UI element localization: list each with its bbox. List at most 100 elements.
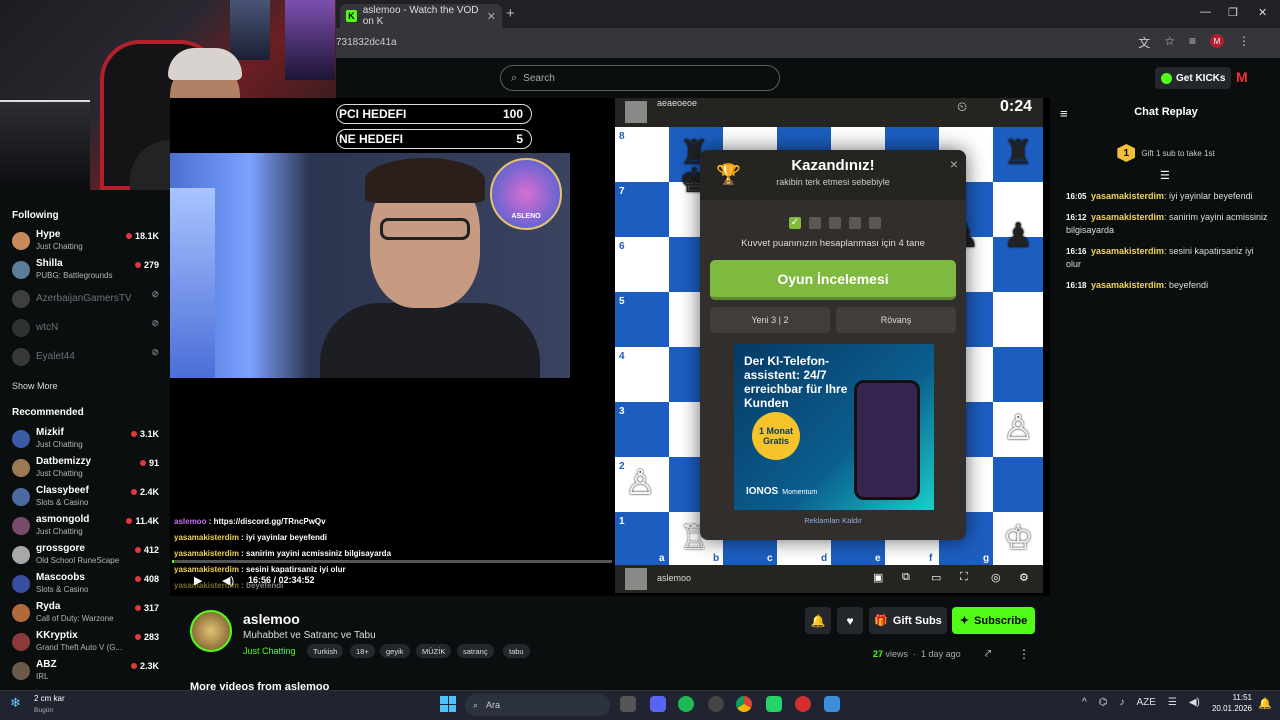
play-icon[interactable]: ▶	[194, 574, 202, 587]
modal-close-button[interactable]: ×	[950, 156, 958, 172]
microphone-icon[interactable]: ♪	[1119, 697, 1124, 708]
network-icon[interactable]: ⌬	[1099, 697, 1108, 708]
file-label: f	[929, 553, 933, 564]
obs-icon[interactable]	[708, 696, 724, 712]
sidebar-channel[interactable]: Shilla PUBG: Battlegrounds 279	[10, 257, 165, 285]
tag[interactable]: tabu	[503, 644, 530, 658]
user-logo-icon[interactable]: M	[1236, 69, 1248, 85]
sidebar-channel[interactable]: ABZ IRL 2.3K	[10, 658, 165, 686]
sidebar-channel[interactable]: Eyalet44 ⊘	[10, 344, 165, 372]
new-game-button[interactable]: Yeni 3 | 2	[710, 307, 830, 333]
board-square[interactable]	[993, 457, 1043, 512]
spotify-icon[interactable]	[678, 696, 694, 712]
media-icon[interactable]: ≡	[1189, 34, 1196, 51]
sidebar-channel[interactable]: Ryda Call of Duty: Warzone 317	[10, 600, 165, 628]
board-square[interactable]	[993, 292, 1043, 347]
gift-leaderboard[interactable]: 1 Gift 1 sub to take 1st	[1052, 144, 1280, 162]
notification-bell-button[interactable]: 🔔	[805, 607, 831, 634]
system-tray: ^ ⌬ ♪ AZE ☰ ◀)	[1082, 697, 1200, 708]
chess-piece[interactable]: ♟	[1003, 216, 1033, 256]
chat-username[interactable]: yasamakisterdim	[1091, 246, 1164, 256]
more-options-icon[interactable]: ⋮	[1018, 647, 1030, 661]
taskbar-search[interactable]: ⌕ Ara	[465, 694, 610, 716]
url-text[interactable]: 731832dc41a	[336, 37, 397, 48]
channel-name: asmongold	[36, 514, 90, 525]
tag[interactable]: geyik	[380, 644, 410, 658]
volume-icon[interactable]: ◀)	[222, 574, 234, 587]
window-minimize-button[interactable]: —	[1200, 6, 1211, 18]
seek-bar[interactable]	[172, 560, 612, 563]
wifi-icon[interactable]: ☰	[1168, 697, 1177, 708]
chess-piece[interactable]: ♙	[625, 463, 655, 503]
windows-start-icon[interactable]	[440, 696, 456, 712]
chess-piece[interactable]: ♙	[1003, 408, 1033, 448]
theater-icon[interactable]: ▭	[931, 571, 941, 584]
sidebar-channel[interactable]: wtcN ⊘	[10, 315, 165, 343]
gift-subs-button[interactable]: 🎁 Gift Subs	[869, 607, 947, 634]
chat-username[interactable]: yasamakisterdim	[1091, 212, 1164, 222]
settings-gear-icon[interactable]: ⚙	[1019, 571, 1029, 584]
channel-avatar[interactable]	[190, 610, 232, 652]
browser-menu-icon[interactable]: ⋮	[1238, 34, 1250, 51]
tag[interactable]: 18+	[350, 644, 375, 658]
miniplayer-icon[interactable]: ▣	[873, 571, 883, 584]
profile-avatar-icon[interactable]: M	[1210, 34, 1224, 48]
get-kicks-button[interactable]: Get KICKs	[1155, 67, 1232, 89]
rematch-button[interactable]: Rövanş	[836, 307, 956, 333]
chat-username[interactable]: yasamakisterdim	[1091, 191, 1164, 201]
advertisement[interactable]: Der KI-Telefon-assistent: 24/7 erreichba…	[734, 344, 934, 510]
sidebar-channel[interactable]: Classybeef Slots & Casino 2.4K	[10, 484, 165, 512]
remove-ads-link[interactable]: Reklamları Kaldır	[700, 516, 966, 525]
channel-name: ABZ	[36, 659, 57, 670]
sidebar-channel[interactable]: Mizkif Just Chatting 3.1K	[10, 426, 165, 454]
sidebar-channel[interactable]: Hype Just Chatting 18.1K	[10, 228, 165, 256]
chess-piece[interactable]: ♜	[1003, 133, 1033, 173]
file-explorer-icon[interactable]	[620, 696, 636, 712]
show-more-link[interactable]: Show More	[12, 381, 58, 391]
sidebar-channel[interactable]: Mascoobs Slots & Casino 408	[10, 571, 165, 599]
sidebar-channel[interactable]: Datbemizzy Just Chatting 91	[10, 455, 165, 483]
sidebar-channel[interactable]: asmongold Just Chatting 11.4K	[10, 513, 165, 541]
opponent-name: aeaeoeoe	[657, 98, 698, 108]
sidebar-channel[interactable]: AzerbaijanGamersTV ⊘	[10, 286, 165, 314]
translate-icon[interactable]: 文	[1138, 34, 1150, 51]
chevron-up-icon[interactable]: ^	[1082, 697, 1087, 708]
board-square[interactable]	[993, 347, 1043, 402]
whatsapp-icon[interactable]	[766, 696, 782, 712]
photos-icon[interactable]	[824, 696, 840, 712]
tab-close-icon[interactable]: ✕	[487, 10, 496, 23]
bookmark-star-icon[interactable]: ☆	[1164, 34, 1175, 51]
viewer-count: 408	[135, 574, 159, 584]
stream-category[interactable]: Just Chatting	[243, 646, 296, 656]
app-icon[interactable]	[795, 696, 811, 712]
follow-button[interactable]: ♥	[837, 607, 863, 634]
chrome-icon[interactable]	[736, 696, 752, 712]
share-icon[interactable]: ⤤	[985, 648, 991, 661]
channel-name[interactable]: aslemoo	[243, 611, 300, 627]
taskbar-clock[interactable]: 11:51 20.01.2026	[1208, 692, 1252, 714]
tag[interactable]: Turkish	[307, 644, 344, 658]
pinned-icon[interactable]: ☰	[1160, 169, 1170, 182]
window-close-button[interactable]: ✕	[1258, 6, 1267, 19]
search-input[interactable]: ⌕ Search	[500, 65, 780, 91]
avatar	[12, 290, 30, 308]
notification-icon[interactable]: 🔔	[1258, 697, 1272, 710]
game-review-button[interactable]: Oyun İncelemesi	[710, 260, 956, 300]
subscribe-button[interactable]: ✦ Subscribe	[952, 607, 1035, 634]
tag[interactable]: satranç	[457, 644, 494, 658]
tag[interactable]: MÜZİK	[416, 644, 452, 658]
new-tab-button[interactable]: +	[506, 5, 515, 22]
sidebar-channel[interactable]: grossgore Old School RuneScape 412	[10, 542, 165, 570]
sidebar-channel[interactable]: KKryptix Grand Theft Auto V (G... 283	[10, 629, 165, 657]
window-maximize-button[interactable]: ❐	[1228, 6, 1238, 19]
speaker-icon[interactable]: ◀)	[1189, 697, 1200, 708]
language-indicator[interactable]: AZE	[1136, 697, 1155, 708]
speed-icon[interactable]: ◎	[991, 571, 1001, 584]
file-label: d	[821, 553, 828, 564]
clip-icon[interactable]: ⧉	[902, 571, 910, 584]
chess-piece[interactable]: ♔	[1003, 518, 1033, 558]
chat-username[interactable]: yasamakisterdim	[1091, 280, 1164, 290]
browser-tab[interactable]: K aslemoo - Watch the VOD on K ✕	[340, 4, 502, 28]
discord-icon[interactable]	[650, 696, 666, 712]
fullscreen-icon[interactable]: ⛶	[960, 571, 968, 584]
